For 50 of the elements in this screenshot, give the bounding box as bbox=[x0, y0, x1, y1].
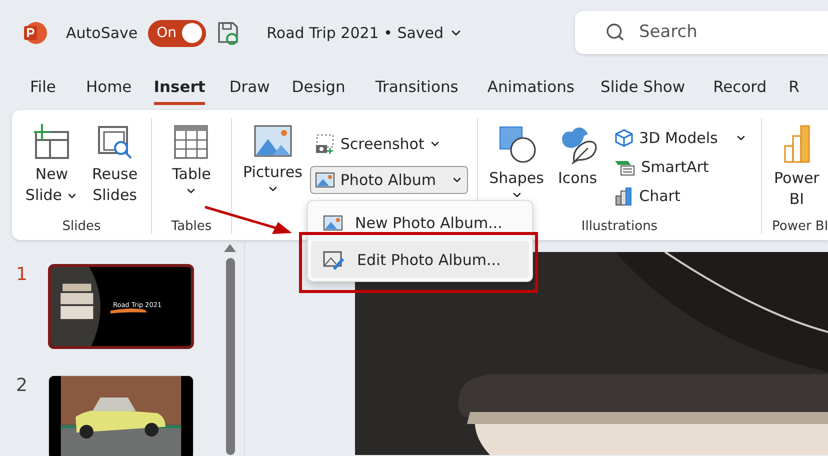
icons-button[interactable]: Icons bbox=[556, 168, 600, 189]
slide-number: 2 bbox=[16, 375, 28, 398]
ribbon-tab[interactable]: R bbox=[788, 71, 800, 105]
app-logo-icon bbox=[22, 20, 48, 46]
save-icon bbox=[216, 20, 240, 46]
ribbon-tab[interactable]: Record bbox=[713, 71, 767, 105]
photo-album-button[interactable]: Photo Album bbox=[310, 166, 468, 194]
ribbon-tab[interactable]: Draw bbox=[229, 71, 270, 105]
scroll-up-icon[interactable] bbox=[224, 244, 236, 252]
group-label: Illustrations bbox=[581, 219, 658, 234]
ribbon-tab[interactable]: Transitions bbox=[375, 71, 458, 105]
ribbon-tab[interactable]: Slide Show bbox=[600, 71, 686, 105]
ribbon-tab[interactable]: File bbox=[30, 71, 56, 105]
new-slide-button[interactable]: New Slide bbox=[23, 164, 80, 206]
screenshot-icon bbox=[315, 133, 336, 155]
menu-item[interactable]: Edit Photo Album... bbox=[311, 241, 529, 278]
chart-button[interactable]: Chart bbox=[609, 182, 752, 210]
screenshot-button[interactable]: Screenshot bbox=[310, 130, 468, 158]
ribbon-tab[interactable]: Home bbox=[86, 71, 132, 105]
bar-chart-icon bbox=[614, 186, 634, 206]
group-label: Power BI bbox=[772, 219, 828, 234]
picture-icon bbox=[252, 124, 293, 158]
table-icon bbox=[173, 124, 210, 160]
table-button[interactable]: Table bbox=[170, 164, 213, 197]
slide-number: 1 bbox=[16, 264, 28, 287]
group-label: Tables bbox=[171, 219, 212, 234]
autosave-label: AutoSave bbox=[66, 24, 138, 42]
document-title[interactable]: Road Trip 2021 • Saved bbox=[262, 19, 468, 47]
group-label: Slides bbox=[62, 219, 101, 234]
bar-chart-icon bbox=[782, 124, 812, 164]
edit-picture-icon bbox=[323, 250, 345, 270]
picture-icon bbox=[323, 212, 343, 232]
smartart-button[interactable]: SmartArt bbox=[609, 153, 752, 181]
ribbon-tab[interactable]: Design bbox=[292, 71, 346, 105]
search-field[interactable]: Search bbox=[575, 10, 828, 54]
cube-icon bbox=[614, 128, 634, 148]
new-slide-icon bbox=[32, 124, 72, 160]
search-icon bbox=[605, 22, 625, 42]
menu-item[interactable]: New Photo Album... bbox=[311, 204, 529, 241]
ribbon-tab[interactable]: Insert bbox=[154, 71, 206, 105]
3d-models-button[interactable]: 3D Models bbox=[609, 124, 752, 152]
scrollbar-thumb[interactable] bbox=[226, 258, 234, 455]
autosave-toggle[interactable]: On bbox=[148, 20, 206, 46]
shapes-button[interactable]: Shapes bbox=[487, 168, 546, 201]
reuse-slides-button[interactable]: Reuse Slides bbox=[90, 164, 140, 206]
ribbon-tab[interactable]: Animations bbox=[487, 71, 574, 105]
pictures-button[interactable]: Pictures bbox=[240, 162, 304, 195]
picture-icon bbox=[315, 170, 336, 190]
power-bi-button[interactable]: Power BI bbox=[772, 168, 822, 210]
shapes-icon bbox=[496, 124, 537, 164]
